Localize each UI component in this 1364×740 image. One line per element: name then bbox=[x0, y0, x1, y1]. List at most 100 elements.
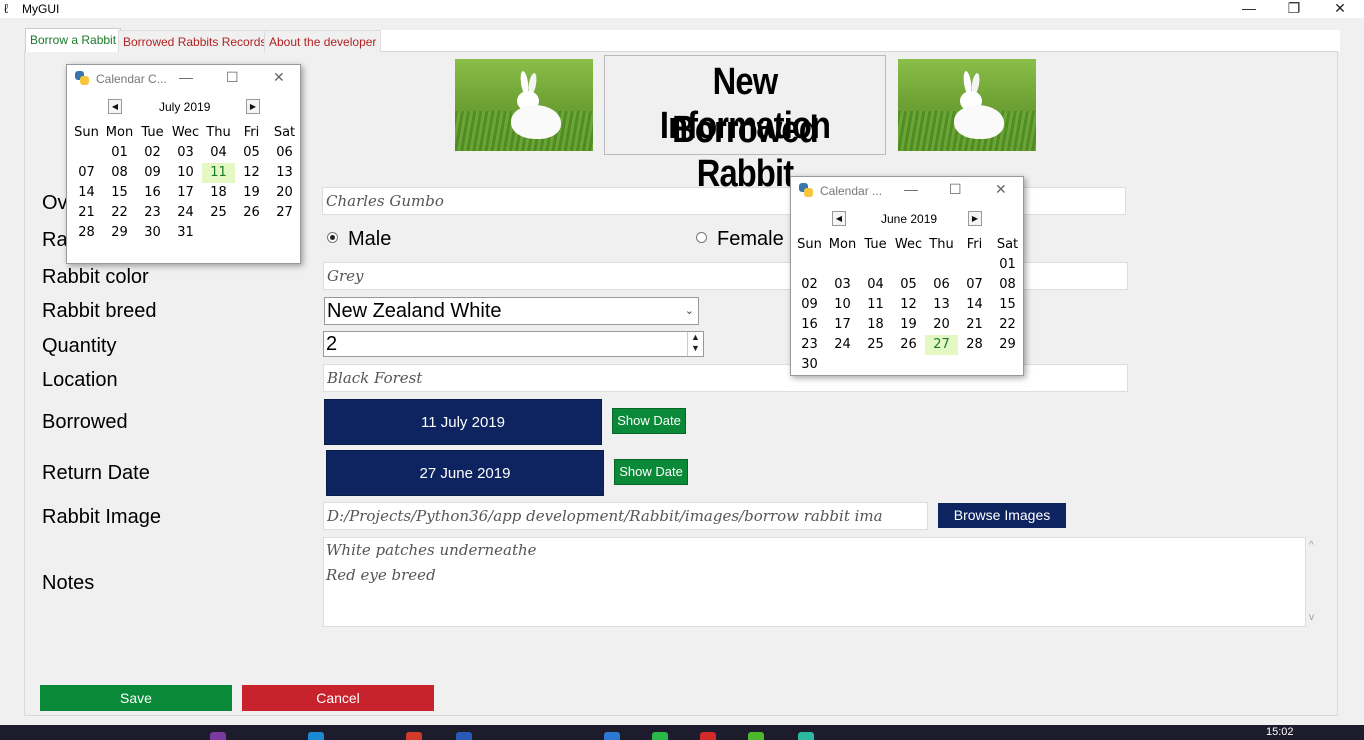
calendar-day[interactable]: 11 bbox=[859, 295, 892, 315]
calendar-day[interactable]: 26 bbox=[892, 335, 925, 355]
app-icon[interactable] bbox=[406, 732, 422, 740]
calendar-day[interactable]: 29 bbox=[991, 335, 1024, 355]
calendar-day[interactable]: 10 bbox=[826, 295, 859, 315]
app-icon[interactable] bbox=[604, 732, 620, 740]
minimize-icon[interactable]: — bbox=[904, 181, 918, 197]
calendar-day[interactable]: 25 bbox=[202, 203, 235, 223]
close-icon[interactable]: ✕ bbox=[273, 69, 285, 86]
calendar-day[interactable]: 19 bbox=[235, 183, 268, 203]
maximize-icon[interactable]: ☐ bbox=[949, 181, 962, 198]
calendar-day[interactable]: 08 bbox=[991, 275, 1024, 295]
notes-textarea[interactable]: White patches underneathe Red eye breed bbox=[323, 537, 1306, 627]
calendar-day-selected[interactable]: 11 bbox=[202, 163, 235, 183]
calendar-day[interactable]: 14 bbox=[70, 183, 103, 203]
calendar-day[interactable]: 10 bbox=[169, 163, 202, 183]
return-date-button[interactable]: 27 June 2019 bbox=[326, 450, 604, 496]
calendar-day[interactable]: 31 bbox=[169, 223, 202, 243]
calendar-day[interactable]: 30 bbox=[136, 223, 169, 243]
next-month-icon[interactable]: ▶ bbox=[968, 211, 982, 226]
calendar-day[interactable]: 07 bbox=[70, 163, 103, 183]
tab-about-the-developer[interactable]: About the developer bbox=[264, 30, 382, 52]
prev-month-icon[interactable]: ◀ bbox=[832, 211, 846, 226]
calendar-popup-june[interactable]: Calendar ... — ☐ ✕ ◀ June 2019 ▶ Sun Mon T… bbox=[790, 176, 1024, 376]
calendar-day[interactable]: 15 bbox=[991, 295, 1024, 315]
tab-borrowed-rabbits-records[interactable]: Borrowed Rabbits Records bbox=[118, 30, 272, 52]
calendar-day[interactable]: 29 bbox=[103, 223, 136, 243]
close-button[interactable]: ✕ bbox=[1317, 0, 1363, 18]
calendar-day[interactable]: 19 bbox=[892, 315, 925, 335]
app-icon[interactable] bbox=[308, 732, 324, 740]
scroll-down-icon[interactable]: v bbox=[1309, 612, 1314, 623]
app-icon[interactable] bbox=[798, 732, 814, 740]
calendar-day[interactable]: 16 bbox=[793, 315, 826, 335]
app-icon[interactable] bbox=[748, 732, 764, 740]
calendar-day[interactable]: 27 bbox=[268, 203, 301, 223]
calendar-day[interactable]: 23 bbox=[793, 335, 826, 355]
calendar-day[interactable]: 01 bbox=[991, 255, 1024, 275]
calendar-day[interactable]: 25 bbox=[859, 335, 892, 355]
browse-images-button[interactable]: Browse Images bbox=[938, 503, 1066, 528]
calendar-day[interactable]: 12 bbox=[235, 163, 268, 183]
calendar-day[interactable]: 21 bbox=[958, 315, 991, 335]
calendar-day[interactable]: 09 bbox=[136, 163, 169, 183]
show-borrowed-date-button[interactable]: Show Date bbox=[612, 408, 686, 434]
calendar-day[interactable]: 18 bbox=[202, 183, 235, 203]
image-path-input[interactable]: D:/Projects/Python36/app development/Rab… bbox=[323, 502, 928, 530]
calendar-day[interactable]: 26 bbox=[235, 203, 268, 223]
calendar-day[interactable]: 22 bbox=[103, 203, 136, 223]
next-month-icon[interactable]: ▶ bbox=[246, 99, 260, 114]
minimize-button[interactable]: — bbox=[1226, 0, 1272, 18]
app-icon[interactable] bbox=[700, 732, 716, 740]
calendar-day[interactable]: 17 bbox=[826, 315, 859, 335]
prev-month-icon[interactable]: ◀ bbox=[108, 99, 122, 114]
spin-down-icon[interactable]: ▼ bbox=[688, 343, 703, 354]
calendar-day[interactable]: 01 bbox=[103, 143, 136, 163]
show-return-date-button[interactable]: Show Date bbox=[614, 459, 688, 485]
calendar-day[interactable]: 23 bbox=[136, 203, 169, 223]
calendar-day[interactable]: 06 bbox=[268, 143, 301, 163]
calendar-day[interactable]: 03 bbox=[826, 275, 859, 295]
calendar-day[interactable]: 03 bbox=[169, 143, 202, 163]
quantity-spinbox[interactable]: 2 ▲ ▼ bbox=[323, 331, 704, 357]
scroll-up-icon[interactable]: ^ bbox=[1309, 540, 1314, 551]
rabbit-breed-select[interactable]: New Zealand White ⌄ bbox=[324, 297, 699, 325]
app-icon[interactable] bbox=[210, 732, 226, 740]
borrowed-date-button[interactable]: 11 July 2019 bbox=[324, 399, 602, 445]
calendar-day[interactable]: 14 bbox=[958, 295, 991, 315]
calendar-day[interactable]: 24 bbox=[826, 335, 859, 355]
spin-buttons[interactable]: ▲ ▼ bbox=[687, 332, 703, 356]
close-icon[interactable]: ✕ bbox=[995, 181, 1007, 198]
cancel-button[interactable]: Cancel bbox=[242, 685, 434, 711]
calendar-day[interactable]: 04 bbox=[859, 275, 892, 295]
calendar-day[interactable]: 28 bbox=[70, 223, 103, 243]
calendar-day[interactable]: 16 bbox=[136, 183, 169, 203]
calendar-day[interactable]: 12 bbox=[892, 295, 925, 315]
calendar-day[interactable]: 02 bbox=[136, 143, 169, 163]
male-radio[interactable]: Male bbox=[327, 227, 391, 251]
female-radio[interactable]: Female bbox=[696, 227, 784, 251]
calendar-day[interactable]: 06 bbox=[925, 275, 958, 295]
calendar-day[interactable]: 13 bbox=[925, 295, 958, 315]
calendar-popup-july[interactable]: Calendar C... — ☐ ✕ ◀ July 2019 ▶ Sun Mon… bbox=[66, 64, 301, 264]
calendar-day[interactable]: 05 bbox=[235, 143, 268, 163]
maximize-icon[interactable]: ☐ bbox=[226, 69, 239, 86]
calendar-day[interactable]: 28 bbox=[958, 335, 991, 355]
minimize-icon[interactable]: — bbox=[179, 69, 193, 85]
calendar-day[interactable]: 18 bbox=[859, 315, 892, 335]
calendar-day[interactable]: 21 bbox=[70, 203, 103, 223]
calendar-day-selected[interactable]: 27 bbox=[925, 335, 958, 355]
app-icon[interactable] bbox=[456, 732, 472, 740]
calendar-day[interactable]: 08 bbox=[103, 163, 136, 183]
restore-button[interactable]: ❐ bbox=[1271, 0, 1317, 18]
calendar-day[interactable]: 15 bbox=[103, 183, 136, 203]
calendar-day[interactable]: 05 bbox=[892, 275, 925, 295]
calendar-day[interactable]: 09 bbox=[793, 295, 826, 315]
calendar-day[interactable]: 20 bbox=[925, 315, 958, 335]
chevron-down-icon[interactable]: ⌄ bbox=[685, 298, 694, 324]
calendar-day[interactable]: 17 bbox=[169, 183, 202, 203]
tab-borrow-a-rabbit[interactable]: Borrow a Rabbit bbox=[25, 28, 122, 52]
calendar-day[interactable]: 24 bbox=[169, 203, 202, 223]
calendar-day[interactable]: 04 bbox=[202, 143, 235, 163]
calendar-day[interactable]: 02 bbox=[793, 275, 826, 295]
save-button[interactable]: Save bbox=[40, 685, 232, 711]
